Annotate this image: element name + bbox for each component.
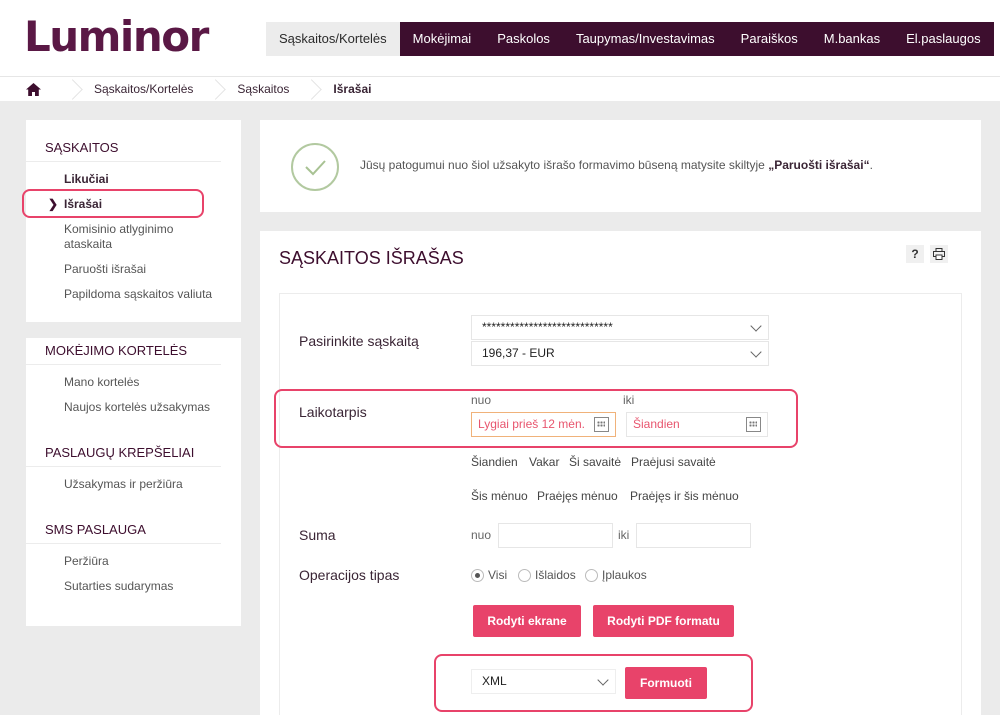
sidebar-sms-section: SMS PASLAUGA Peržiūra Sutarties sudaryma… xyxy=(26,496,241,598)
page-title: SĄSKAITOS IŠRAŠAS xyxy=(279,248,464,268)
operation-type-label: Operacijos tipas xyxy=(299,567,400,583)
statement-form: Pasirinkite sąskaitą *******************… xyxy=(279,293,962,715)
luminor-logo[interactable]: Luminor xyxy=(24,12,209,61)
amount-label: Suma xyxy=(299,527,336,543)
sidebar-separator xyxy=(26,322,241,338)
prepared-statements-link[interactable]: „Paruošti išrašai“ xyxy=(768,158,869,172)
nav-savings[interactable]: Taupymas/Investavimas xyxy=(562,22,728,56)
home-icon[interactable] xyxy=(0,82,66,96)
sidebar-item-my-cards[interactable]: Mano kortelės xyxy=(26,375,241,390)
sidebar-section-title: PASLAUGŲ KREPŠELIAI xyxy=(26,419,221,467)
quick-this-month[interactable]: Šis mėnuo xyxy=(471,489,528,503)
statement-panel: SĄSKAITOS IŠRAŠAS ? Pasirinkite sąskaitą… xyxy=(260,231,981,715)
nav-accounts-cards[interactable]: Sąskaitos/Kortelės xyxy=(266,22,400,56)
info-notice: Jūsų patogumui nuo šiol užsakyto išrašo … xyxy=(260,120,981,212)
to-label: iki xyxy=(623,393,635,407)
main-nav: Sąskaitos/Kortelės Mokėjimai Paskolos Ta… xyxy=(266,22,994,56)
quick-today[interactable]: Šiandien xyxy=(471,455,518,469)
sidebar-item-order-review[interactable]: Užsakymas ir peržiūra xyxy=(26,477,241,492)
sidebar-item-label: Išrašai xyxy=(64,197,103,211)
format-select[interactable]: XML xyxy=(471,669,616,694)
nav-loans[interactable]: Paskolos xyxy=(484,22,563,56)
nav-applications[interactable]: Paraiškos xyxy=(727,22,811,56)
nav-eservices[interactable]: El.paslaugos xyxy=(893,22,994,56)
quick-this-week[interactable]: Ši savaitė xyxy=(569,455,621,469)
amount-from-input[interactable] xyxy=(498,523,613,548)
check-icon xyxy=(291,143,339,191)
header: Luminor Sąskaitos/Kortelės Mokėjimai Pas… xyxy=(0,0,1000,76)
account-label: Pasirinkite sąskaitą xyxy=(299,333,419,349)
sidebar-item-balances[interactable]: Likučiai xyxy=(26,172,241,187)
amount-to-label: iki xyxy=(618,528,630,542)
date-to-input[interactable]: Šiandien xyxy=(626,412,768,437)
show-pdf-button[interactable]: Rodyti PDF formatu xyxy=(593,605,734,637)
radio-indicator xyxy=(471,568,484,582)
help-icon[interactable]: ? xyxy=(906,245,924,263)
sidebar-section-title: SMS PASLAUGA xyxy=(26,496,221,544)
sidebar: SĄSKAITOS Likučiai ❯ Išrašai Komisinio a… xyxy=(26,120,241,626)
sidebar-baskets-section: PASLAUGŲ KREPŠELIAI Užsakymas ir peržiūr… xyxy=(26,419,241,496)
sidebar-item-commission-report[interactable]: Komisinio atlyginimo ataskaita xyxy=(26,222,186,252)
amount-to-input[interactable] xyxy=(636,523,751,548)
breadcrumb-accounts-cards[interactable]: Sąskaitos/Kortelės xyxy=(76,82,209,96)
chevron-down-icon xyxy=(750,320,762,332)
sidebar-other-sections: MOKĖJIMO KORTELĖS Mano kortelės Naujos k… xyxy=(26,323,241,626)
sidebar-item-contract[interactable]: Sutarties sudarymas xyxy=(26,579,241,594)
period-label: Laikotarpis xyxy=(299,404,367,420)
panel-tools: ? xyxy=(906,245,948,263)
notice-text: Jūsų patogumui nuo šiol užsakyto išrašo … xyxy=(360,158,873,172)
currency-select[interactable]: 196,37 - EUR xyxy=(471,341,769,366)
quick-last-and-this-month[interactable]: Praėjęs ir šis mėnuo xyxy=(630,489,739,503)
chevron-down-icon xyxy=(750,346,762,358)
sidebar-item-statements[interactable]: ❯ Išrašai xyxy=(26,197,241,212)
breadcrumb-separator xyxy=(209,77,219,102)
quick-last-week[interactable]: Praėjusi savaitė xyxy=(631,455,716,469)
calendar-icon[interactable] xyxy=(746,417,761,432)
print-icon[interactable] xyxy=(930,245,948,263)
breadcrumb-separator xyxy=(66,77,76,102)
breadcrumb-accounts[interactable]: Sąskaitos xyxy=(219,82,305,96)
account-select[interactable]: **************************** xyxy=(471,315,769,340)
sidebar-item-extra-currency[interactable]: Papildoma sąskaitos valiuta xyxy=(26,287,241,302)
sidebar-item-prepared-statements[interactable]: Paruošti išrašai xyxy=(26,262,241,277)
sidebar-item-sms-review[interactable]: Peržiūra xyxy=(26,554,241,569)
radio-expenses[interactable]: Išlaidos xyxy=(518,568,576,582)
radio-income[interactable]: Įplaukos xyxy=(585,568,647,582)
nav-payments[interactable]: Mokėjimai xyxy=(399,22,485,56)
generate-button[interactable]: Formuoti xyxy=(625,667,707,699)
radio-indicator xyxy=(585,568,598,582)
date-from-input[interactable]: Lygiai prieš 12 mėn. xyxy=(471,412,616,437)
sidebar-section-title: SĄSKAITOS xyxy=(26,120,221,162)
radio-all[interactable]: Visi xyxy=(471,568,507,582)
from-label: nuo xyxy=(471,393,492,407)
chevron-down-icon xyxy=(597,674,609,686)
nav-mbank[interactable]: M.bankas xyxy=(810,22,894,56)
chevron-right-icon: ❯ xyxy=(48,197,59,211)
show-on-screen-button[interactable]: Rodyti ekrane xyxy=(473,605,581,637)
quick-yesterday[interactable]: Vakar xyxy=(529,455,559,469)
sidebar-item-new-card[interactable]: Naujos kortelės užsakymas xyxy=(26,400,241,415)
radio-indicator xyxy=(518,568,531,582)
calendar-icon[interactable] xyxy=(594,417,609,432)
amount-from-label: nuo xyxy=(471,528,492,542)
quick-last-month[interactable]: Praėjęs mėnuo xyxy=(537,489,618,503)
breadcrumb-separator xyxy=(305,77,315,102)
breadcrumb: Sąskaitos/Kortelės Sąskaitos Išrašai xyxy=(0,76,1000,101)
breadcrumb-statements: Išrašai xyxy=(333,82,372,96)
sidebar-accounts-section: SĄSKAITOS Likučiai ❯ Išrašai Komisinio a… xyxy=(26,120,241,323)
